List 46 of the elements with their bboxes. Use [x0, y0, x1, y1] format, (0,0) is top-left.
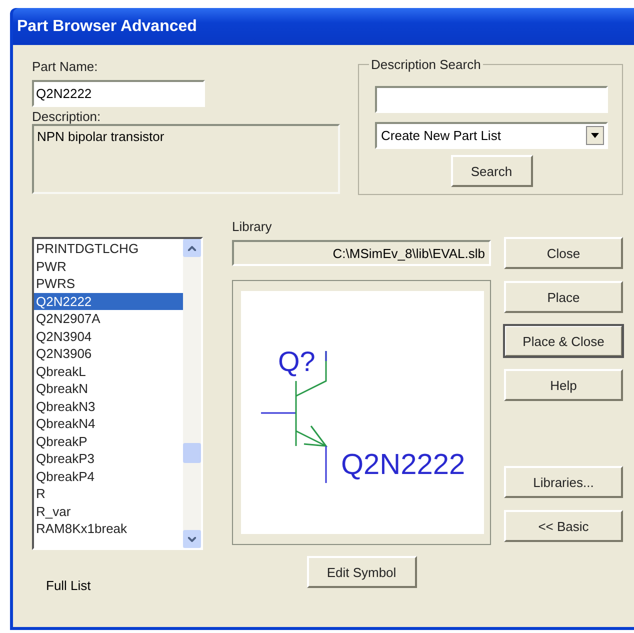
parts-list-item[interactable]: PRINTDGTLCHG [34, 240, 183, 258]
dialog-button[interactable]: Place [504, 281, 623, 313]
parts-list-item[interactable]: Q2N2222 [34, 292, 183, 310]
part-name-text: Q2N2222 [341, 449, 466, 481]
parts-list-item[interactable]: QbreakL [34, 362, 183, 380]
parts-list-item[interactable]: RAM8Kx1break [34, 520, 183, 538]
parts-list-item[interactable]: PWR [34, 258, 183, 275]
parts-list-item[interactable]: Q2N2907A [34, 310, 183, 328]
search-button[interactable]: Search [450, 155, 532, 187]
chevron-up-icon [188, 246, 196, 250]
library-label: Library [232, 219, 272, 234]
parts-list-item[interactable]: QbreakN3 [34, 398, 183, 415]
scroll-down-button[interactable] [183, 530, 201, 548]
window-title: Part Browser Advanced [17, 18, 197, 36]
parts-list-item[interactable]: QbreakP3 [34, 450, 183, 468]
parts-list-item[interactable]: R_var [34, 502, 183, 520]
scroll-up-button[interactable] [183, 239, 201, 257]
reference-designator: Q? [278, 346, 316, 377]
dialog-button[interactable]: Libraries... [504, 466, 623, 498]
parts-list[interactable]: PRINTDGTLCHG PWR PWRS Q2N2222 Q2N2907A Q2N3904 Q2N3906 QbreakL QbreakN QbreakN3 QbreakN4 QbreakP QbreakP3 QbreakP4 R R_var RAM8Kx1break [32, 237, 203, 550]
edit-symbol-button[interactable]: Edit Symbol [306, 556, 416, 588]
parts-list-item[interactable]: QbreakN4 [34, 415, 183, 432]
dropdown-value: Create New Part List [381, 128, 501, 143]
parts-list-item[interactable]: Q2N3906 [34, 345, 183, 362]
parts-list-item[interactable]: QbreakP [34, 432, 183, 450]
library-path-field: C:\MSimEv_8\lib\EVAL.slb [232, 240, 491, 266]
chevron-down-icon [188, 536, 196, 542]
parts-list-item[interactable]: QbreakP4 [34, 468, 183, 485]
part-name-field[interactable]: Q2N2222 [32, 80, 205, 107]
part-name-label: Part Name: [32, 59, 99, 74]
parts-list-item[interactable]: QbreakN [34, 380, 183, 398]
dialog-button[interactable]: Place & Close [504, 325, 623, 357]
dialog-button[interactable]: Help [504, 369, 623, 401]
scroll-thumb[interactable] [183, 443, 201, 463]
description-label: Description: [32, 109, 102, 124]
dropdown-caret-icon[interactable] [586, 126, 604, 145]
description-search-legend: Description Search [369, 57, 483, 72]
dialog-button[interactable]: Close [504, 237, 623, 269]
parts-list-item[interactable]: Q2N3904 [34, 328, 183, 345]
parts-list-item[interactable]: R [34, 485, 183, 502]
parts-list-item[interactable]: PWRS [34, 275, 183, 292]
description-field[interactable]: NPN bipolar transistor [32, 124, 340, 194]
full-list-label: Full List [46, 578, 92, 593]
dialog-button[interactable]: << Basic [504, 510, 623, 542]
part-list-dropdown[interactable]: Create New Part List [375, 122, 608, 149]
description-search-field[interactable] [375, 86, 608, 113]
